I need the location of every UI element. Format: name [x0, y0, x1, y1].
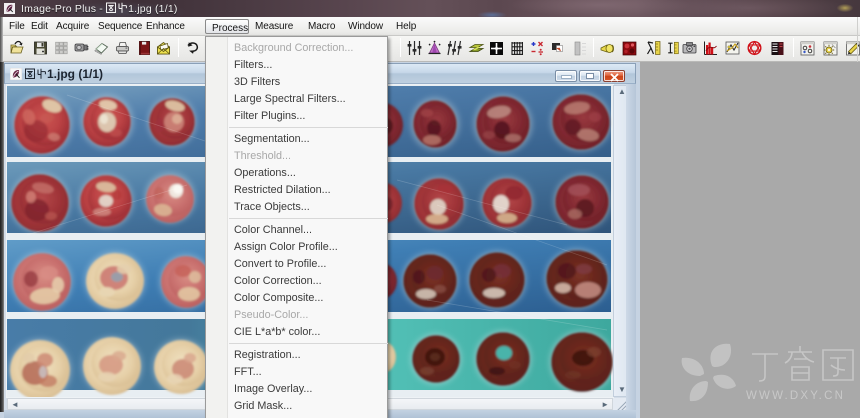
svg-text:WWW.DXY.CN: WWW.DXY.CN: [746, 390, 845, 402]
